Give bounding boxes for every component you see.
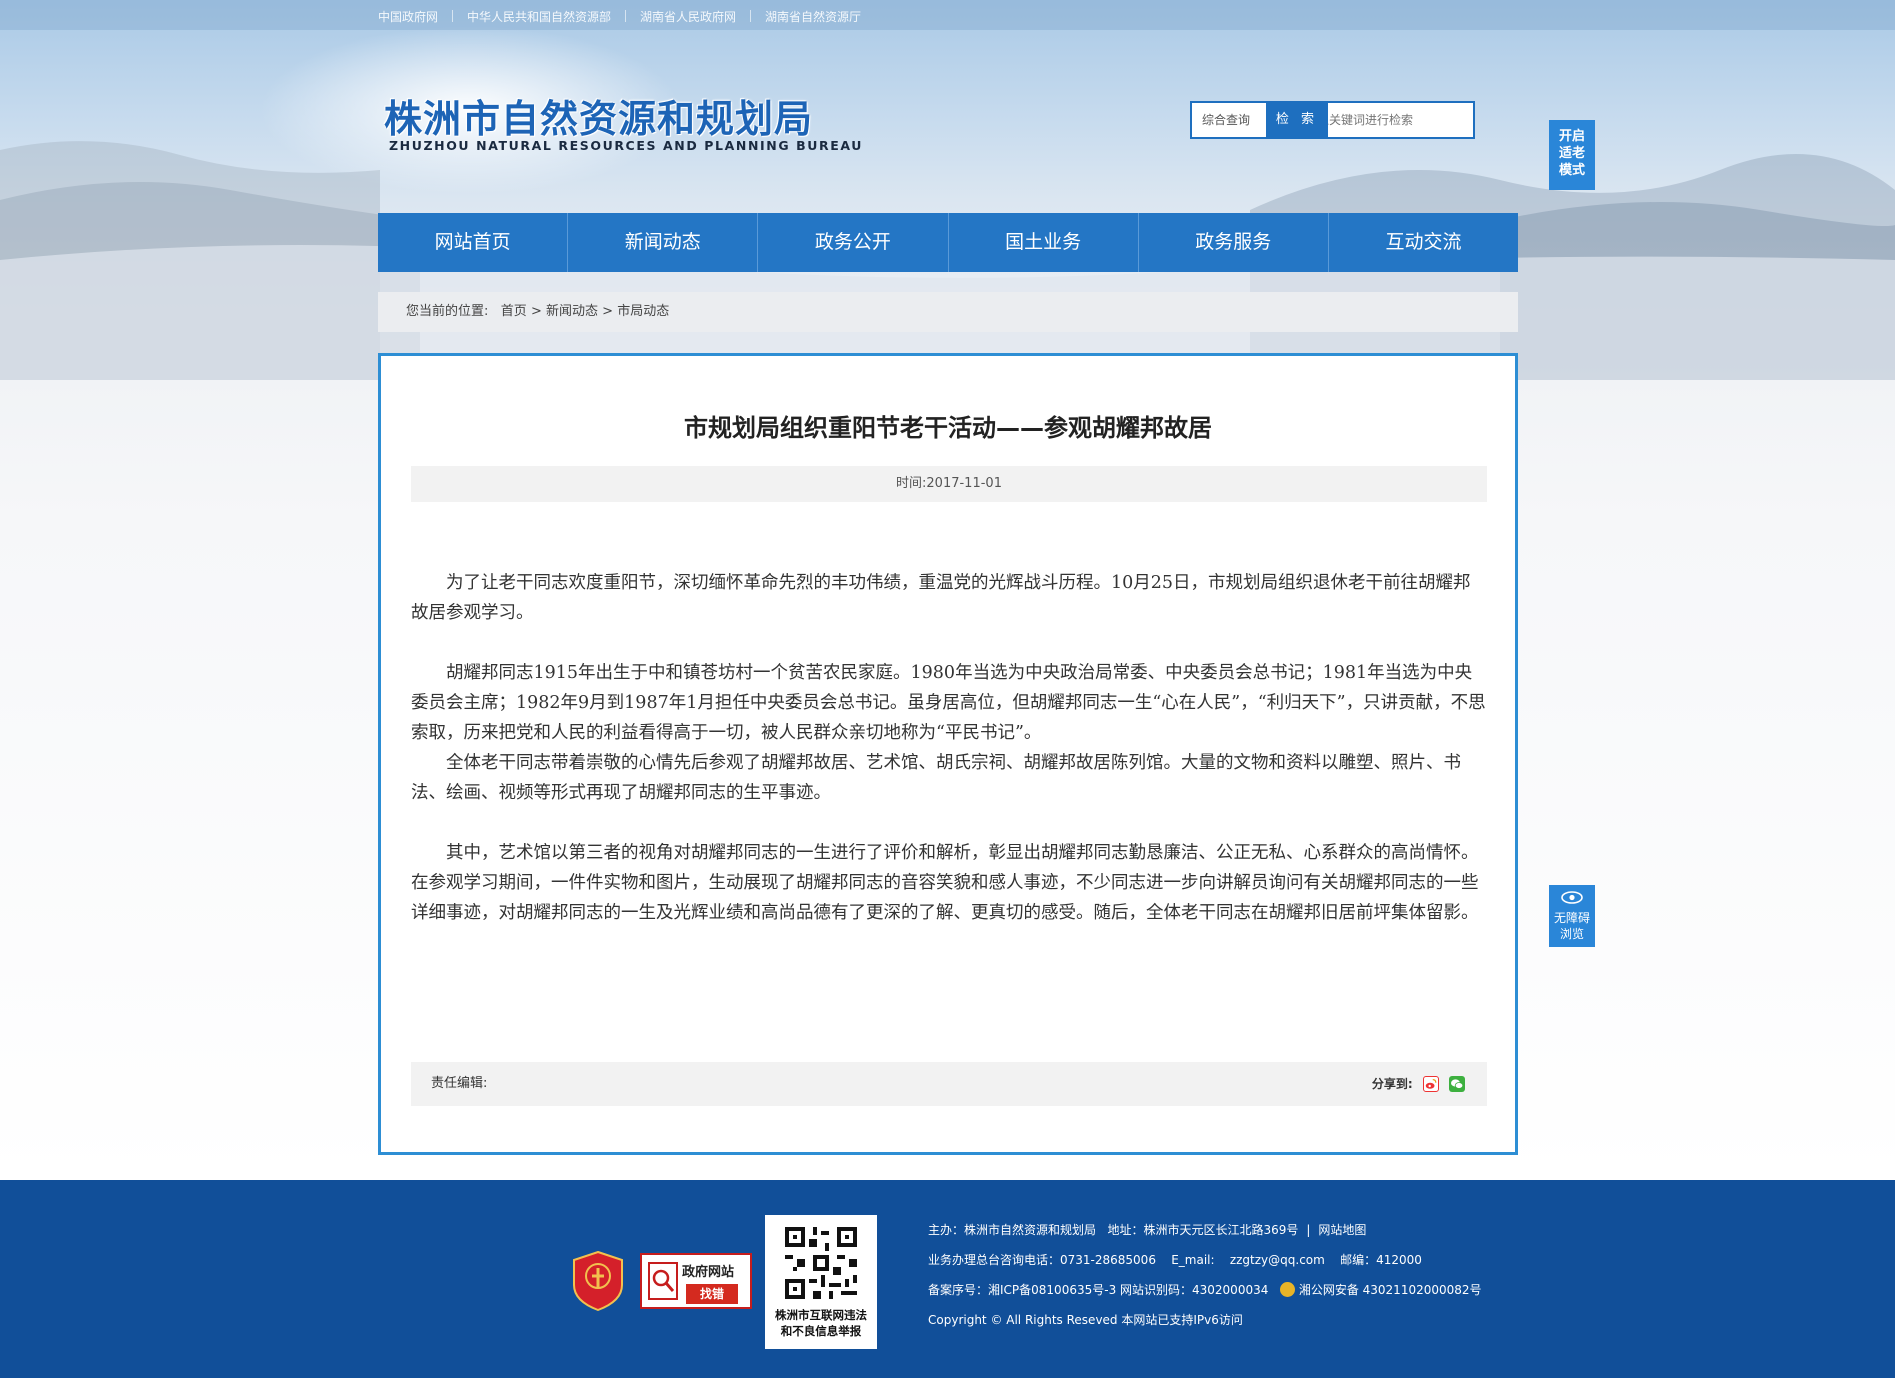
elder-mode-line3: 模式 bbox=[1558, 163, 1585, 178]
footer-email-link[interactable]: zzgtzy@qq.com bbox=[1230, 1253, 1325, 1267]
search-button[interactable]: 检 索 bbox=[1266, 101, 1328, 139]
footer-postcode: 邮编：412000 bbox=[1340, 1253, 1422, 1267]
article-paragraph: 全体老干同志带着崇敬的心情先后参观了胡耀邦故居、艺术馆、胡氏宗祠、胡耀邦故居陈列… bbox=[411, 753, 1461, 803]
find-error-badge[interactable]: 政府网站 找错 bbox=[640, 1253, 752, 1309]
footer-police-link[interactable]: 湘公网安备 43021102000082号 bbox=[1299, 1283, 1482, 1297]
footer-phone: 业务办理总台咨询电话：0731-28685006 bbox=[928, 1253, 1156, 1267]
qr-code-icon bbox=[781, 1223, 861, 1303]
party-gov-badge-icon[interactable] bbox=[572, 1251, 624, 1311]
accessible-line2: 浏览 bbox=[1559, 927, 1584, 941]
accessible-line1: 无障碍 bbox=[1553, 911, 1590, 925]
breadcrumb-home[interactable]: 首页 bbox=[501, 304, 527, 319]
logo-subtitle: ZHUZHOU NATURAL RESOURCES AND PLANNING B… bbox=[389, 138, 864, 153]
breadcrumb-news[interactable]: 新闻动态 bbox=[546, 304, 598, 319]
search-bar: 综合查询∨ 检 索 bbox=[1190, 101, 1518, 139]
nav-interaction[interactable]: 互动交流 bbox=[1329, 213, 1518, 272]
article-panel: 市规划局组织重阳节老干活动——参观胡耀邦故居 时间:2017-11-01 为了让… bbox=[378, 353, 1518, 1155]
article-paragraph: 其中，艺术馆以第三者的视角对胡耀邦同志的一生进行了评价和解析，彰显出胡耀邦同志勤… bbox=[411, 843, 1479, 923]
nav-gov-info[interactable]: 政务公开 bbox=[758, 213, 949, 272]
breadcrumb-sep: > bbox=[530, 304, 542, 319]
footer-email-label: E_mail: bbox=[1171, 1253, 1215, 1267]
nav-home[interactable]: 网站首页 bbox=[378, 213, 569, 272]
search-scope-label: 综合查询 bbox=[1202, 113, 1251, 127]
police-badge-icon bbox=[1279, 1282, 1295, 1297]
footer-info: 主办：株洲市自然资源和规划局 地址：株洲市天元区长江北路369号 | 网站地图 业务… bbox=[928, 1215, 1482, 1335]
editor-label: 责任编辑: bbox=[431, 1076, 488, 1091]
footer-icp-link[interactable]: 备案序号：湘ICP备08100635号-3 网站识别码：4302000034 bbox=[928, 1283, 1268, 1297]
magnifier-icon bbox=[648, 1262, 678, 1300]
find-error-line1: 政府网站 bbox=[682, 1265, 735, 1280]
accessible-browse-button[interactable]: 无障碍 浏览 bbox=[1549, 885, 1595, 947]
elder-mode-button[interactable]: 开启 适老 模式 bbox=[1549, 120, 1595, 190]
top-link-hunan-nr[interactable]: 湖南省自然资源厅 bbox=[765, 10, 861, 24]
footer-sitemap-link[interactable]: 网站地图 bbox=[1318, 1223, 1366, 1237]
article-body: 为了让老干同志欢度重阳节，深切缅怀革命先烈的丰功伟绩，重温党的光辉战斗历程。10… bbox=[411, 568, 1487, 928]
share-label: 分享到: bbox=[1371, 1077, 1413, 1091]
elder-mode-line1: 开启 bbox=[1558, 129, 1585, 144]
report-qr-box[interactable]: 株洲市互联网违法 和不良信息举报 bbox=[765, 1215, 877, 1349]
footer-host: 主办：株洲市自然资源和规划局 bbox=[928, 1223, 1097, 1237]
breadcrumb-city-news[interactable]: 市局动态 bbox=[617, 304, 669, 319]
share-area: 分享到: bbox=[1372, 1062, 1465, 1106]
top-link-gov[interactable]: 中国政府网 bbox=[378, 10, 438, 24]
article-footer-bar: 责任编辑: 分享到: bbox=[411, 1062, 1487, 1106]
breadcrumb-label: 您当前的位置: bbox=[406, 304, 489, 319]
top-link-mnr[interactable]: 中华人民共和国自然资源部 bbox=[467, 10, 611, 24]
top-link-hunan-gov[interactable]: 湖南省人民政府网 bbox=[640, 10, 736, 24]
site-footer: 政府网站 找错 株洲市互联网违法 和不良信息举报 主办：株洲市自然资源和规划局 … bbox=[0, 1180, 1895, 1378]
nav-news[interactable]: 新闻动态 bbox=[568, 213, 759, 272]
top-links: 中国政府网 中华人民共和国自然资源部 湖南省人民政府网 湖南省自然资源厅 bbox=[378, 8, 861, 25]
article-time: 时间:2017-11-01 bbox=[411, 466, 1487, 502]
article-title: 市规划局组织重阳节老干活动——参观胡耀邦故居 bbox=[684, 414, 1212, 442]
breadcrumb: 您当前的位置: 首页 > 新闻动态 > 市局动态 bbox=[378, 292, 1518, 332]
find-error-line2: 找错 bbox=[686, 1284, 738, 1304]
nav-gov-service[interactable]: 政务服务 bbox=[1139, 213, 1329, 272]
logo-title[interactable]: 株洲市自然资源和规划局 bbox=[384, 88, 813, 143]
nav-land-business[interactable]: 国土业务 bbox=[949, 213, 1139, 272]
top-link-bar: 中国政府网 中华人民共和国自然资源部 湖南省人民政府网 湖南省自然资源厅 bbox=[0, 0, 1895, 30]
wechat-share-icon[interactable] bbox=[1449, 1076, 1465, 1092]
weibo-share-icon[interactable] bbox=[1422, 1076, 1439, 1092]
main-nav: 网站首页 新闻动态 政务公开 国土业务 政务服务 互动交流 bbox=[378, 213, 1518, 272]
article-paragraph: 胡耀邦同志1915年出生于中和镇苍坊村一个贫苦农民家庭。1980年当选为中央政治… bbox=[411, 663, 1486, 743]
article-paragraph: 为了让老干同志欢度重阳节，深切缅怀革命先烈的丰功伟绩，重温党的光辉战斗历程。10… bbox=[411, 573, 1471, 623]
breadcrumb-sep: > bbox=[602, 304, 614, 319]
eye-icon bbox=[1561, 891, 1583, 904]
footer-address: 地址：株洲市天元区长江北路369号 bbox=[1107, 1223, 1299, 1237]
qr-caption-line2: 和不良信息举报 bbox=[780, 1324, 862, 1338]
footer-copyright: Copyright © All Rights Reseved 本网站已支持IPv… bbox=[928, 1313, 1243, 1327]
elder-mode-line2: 适老 bbox=[1558, 146, 1585, 161]
qr-caption-line1: 株洲市互联网违法 bbox=[775, 1308, 867, 1322]
